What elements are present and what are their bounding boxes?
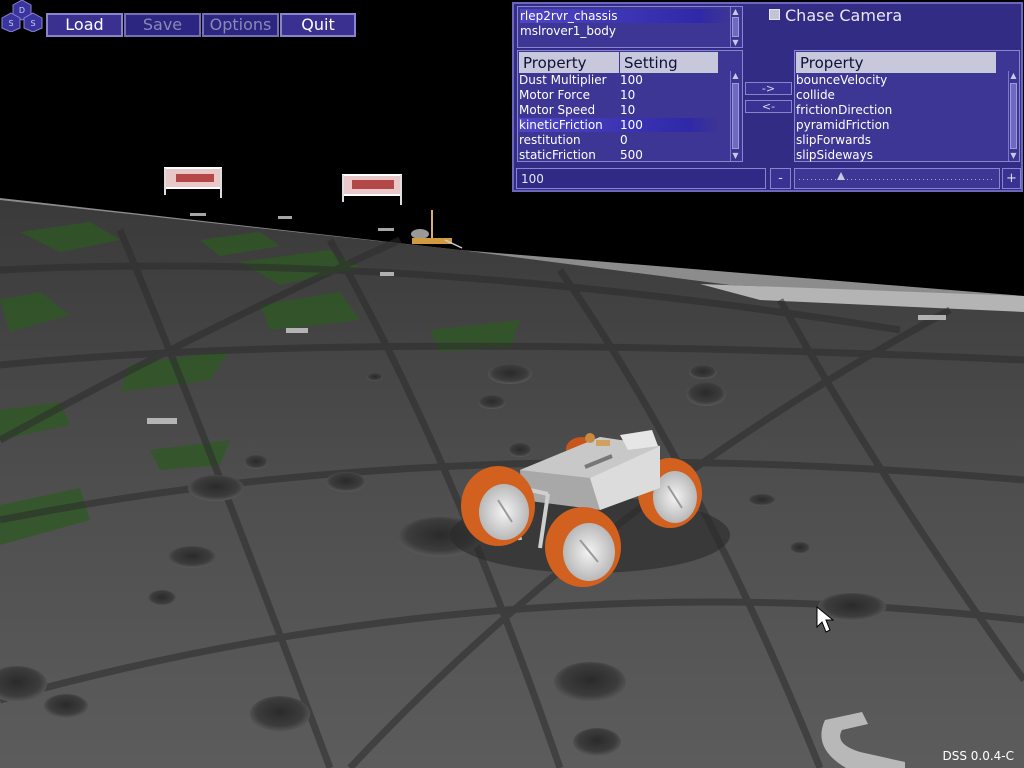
- add-property-button[interactable]: ->: [745, 82, 792, 95]
- body-list-scrollbar[interactable]: ▲ ▼: [730, 7, 740, 47]
- table-row[interactable]: Dust Multiplier 100: [519, 73, 719, 87]
- property-setting: 100: [620, 73, 643, 87]
- scroll-thumb[interactable]: [732, 83, 739, 149]
- property-setting: 10: [620, 88, 636, 102]
- scroll-down-icon[interactable]: ▼: [1009, 151, 1018, 160]
- list-item[interactable]: bounceVelocity: [796, 73, 996, 87]
- list-item[interactable]: frictionDirection: [796, 103, 996, 117]
- list-item[interactable]: pyramidFriction: [796, 118, 996, 132]
- list-item[interactable]: slipForwards: [796, 133, 996, 147]
- property-name: restitution: [519, 133, 581, 147]
- scroll-up-icon[interactable]: ▲: [1009, 71, 1018, 80]
- slider-knob[interactable]: [837, 172, 845, 180]
- setting-value-field[interactable]: 100: [516, 168, 766, 189]
- property-setting: 0: [620, 133, 628, 147]
- dss-logo: D S S: [1, 0, 43, 32]
- property-name: Motor Force: [519, 88, 590, 102]
- setting-slider[interactable]: [794, 168, 1000, 189]
- scroll-down-icon[interactable]: ▼: [731, 38, 740, 47]
- property-setting: 100: [620, 118, 643, 132]
- available-table-scrollbar[interactable]: ▲ ▼: [1008, 71, 1018, 161]
- body-list-item-rover-body[interactable]: mslrover1_body: [520, 24, 730, 38]
- remove-property-button[interactable]: <-: [745, 100, 792, 113]
- list-item[interactable]: collide: [796, 88, 996, 102]
- scroll-down-icon[interactable]: ▼: [731, 151, 740, 160]
- properties-panel: rlep2rvr_chassis mslrover1_body ▲ ▼ Chas…: [512, 2, 1023, 192]
- property-name: Dust Multiplier: [519, 73, 607, 87]
- column-header-available-property[interactable]: Property: [796, 52, 996, 73]
- logo-letter-d: D: [19, 6, 25, 15]
- load-button[interactable]: Load: [46, 13, 123, 37]
- quit-button[interactable]: Quit: [280, 13, 356, 37]
- logo-letter-s2: S: [30, 19, 35, 28]
- table-row[interactable]: staticFriction 500: [519, 148, 719, 162]
- table-row[interactable]: restitution 0: [519, 133, 719, 147]
- property-name: kineticFriction: [519, 118, 603, 132]
- scroll-thumb[interactable]: [732, 17, 739, 37]
- property-name: staticFriction: [519, 148, 596, 162]
- property-table-scrollbar[interactable]: ▲ ▼: [730, 71, 740, 161]
- body-list-item-chassis[interactable]: rlep2rvr_chassis: [520, 9, 730, 23]
- scroll-up-icon[interactable]: ▲: [731, 71, 740, 80]
- table-row[interactable]: Motor Speed 10: [519, 103, 719, 117]
- version-label: DSS 0.0.4-C: [942, 749, 1014, 763]
- property-name: Motor Speed: [519, 103, 596, 117]
- scroll-thumb[interactable]: [1010, 83, 1017, 149]
- increment-button[interactable]: +: [1002, 168, 1021, 189]
- chase-camera-checkbox[interactable]: [769, 9, 780, 20]
- options-button[interactable]: Options: [202, 13, 279, 37]
- column-header-setting[interactable]: Setting: [620, 52, 718, 73]
- decrement-button[interactable]: -: [770, 168, 791, 189]
- slider-ticks: [799, 179, 995, 180]
- table-row[interactable]: Motor Force 10: [519, 88, 719, 102]
- scroll-up-icon[interactable]: ▲: [731, 7, 740, 16]
- chase-camera-label[interactable]: Chase Camera: [785, 6, 902, 25]
- property-setting: 10: [620, 103, 636, 117]
- list-item[interactable]: slipSideways: [796, 148, 996, 162]
- body-list[interactable]: rlep2rvr_chassis mslrover1_body: [517, 6, 743, 48]
- save-button[interactable]: Save: [124, 13, 201, 37]
- logo-letter-s1: S: [8, 19, 13, 28]
- property-setting: 500: [620, 148, 643, 162]
- table-row-selected[interactable]: kineticFriction 100: [519, 118, 719, 132]
- column-header-property[interactable]: Property: [519, 52, 619, 73]
